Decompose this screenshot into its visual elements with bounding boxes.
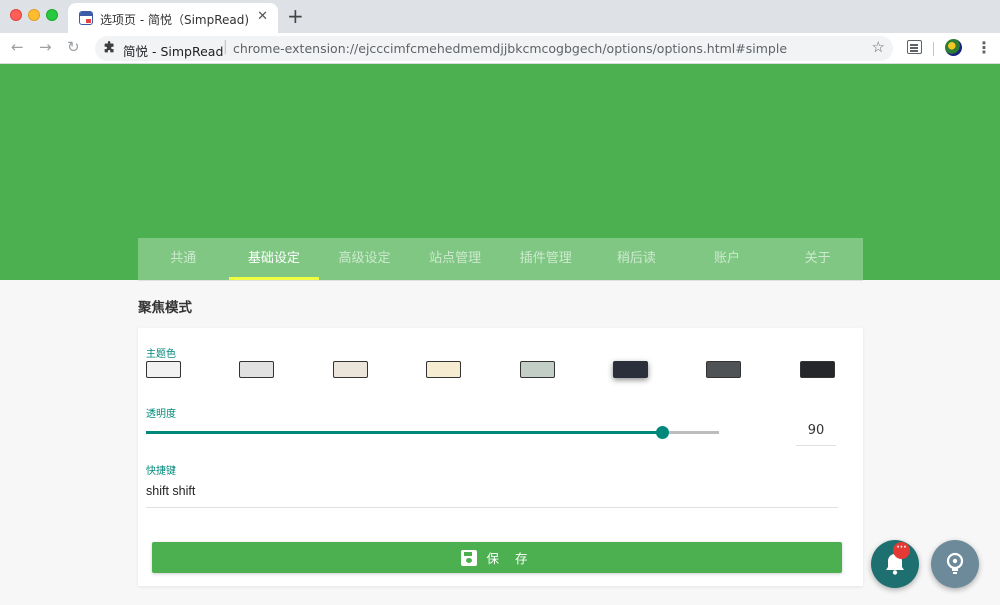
tab-site-management[interactable]: 站点管理 bbox=[410, 238, 501, 280]
opacity-slider[interactable] bbox=[146, 426, 719, 439]
theme-swatch[interactable] bbox=[613, 361, 648, 378]
tab-plugin-management[interactable]: 插件管理 bbox=[501, 238, 592, 280]
window-zoom-button[interactable] bbox=[46, 9, 58, 21]
settings-tabs: 共通 基础设定 高级设定 站点管理 插件管理 稍后读 账户 关于 bbox=[138, 238, 863, 280]
shortcut-input[interactable]: shift shift bbox=[146, 480, 838, 508]
profile-avatar-icon[interactable] bbox=[945, 39, 962, 56]
puzzle-icon bbox=[104, 41, 114, 53]
forward-arrow-icon[interactable]: → bbox=[39, 38, 52, 56]
theme-swatch[interactable] bbox=[519, 361, 555, 378]
tab-account[interactable]: 账户 bbox=[682, 238, 773, 280]
browser-toolbar: ← → ↻ 简悦 - SimpRead | chrome-extension:/… bbox=[0, 33, 1000, 64]
new-tab-button[interactable]: + bbox=[287, 4, 304, 28]
address-bar[interactable]: 简悦 - SimpRead | chrome-extension://ejccc… bbox=[95, 36, 893, 61]
opacity-label: 透明度 bbox=[146, 409, 176, 420]
tab-common[interactable]: 共通 bbox=[138, 238, 229, 280]
tab-advanced-settings[interactable]: 高级设定 bbox=[319, 238, 410, 280]
focus-mode-card: 主题色 透明度 90 快捷键 shift shift 保 存 bbox=[138, 328, 863, 586]
section-title: 聚焦模式 bbox=[138, 300, 192, 316]
tab-divider bbox=[138, 280, 863, 281]
window-close-button[interactable] bbox=[10, 9, 22, 21]
reader-mode-icon[interactable] bbox=[907, 40, 922, 54]
tab-read-later[interactable]: 稍后读 bbox=[591, 238, 682, 280]
opacity-slider-thumb[interactable] bbox=[655, 426, 669, 439]
theme-swatches bbox=[146, 361, 836, 379]
save-label: 保 存 bbox=[486, 551, 534, 566]
site-name: 简悦 - SimpRead bbox=[123, 44, 224, 59]
simpread-favicon-icon bbox=[79, 11, 93, 25]
theme-swatch[interactable] bbox=[239, 361, 275, 378]
opacity-value-input[interactable]: 90 bbox=[796, 420, 836, 446]
theme-swatch[interactable] bbox=[426, 361, 462, 378]
url-text[interactable]: chrome-extension://ejcccimfcmehedmemdjjb… bbox=[233, 41, 787, 56]
shortcut-label: 快捷键 bbox=[146, 466, 176, 477]
bookmark-star-icon[interactable]: ☆ bbox=[872, 38, 885, 56]
theme-swatch[interactable] bbox=[332, 361, 368, 378]
tab-basic-settings[interactable]: 基础设定 bbox=[228, 238, 320, 280]
tab-about[interactable]: 关于 bbox=[772, 238, 863, 280]
reload-icon[interactable]: ↻ bbox=[67, 38, 80, 56]
toolbar-divider bbox=[933, 42, 934, 56]
back-arrow-icon[interactable]: ← bbox=[11, 38, 24, 56]
url-separator: | bbox=[223, 39, 228, 55]
theme-color-label: 主题色 bbox=[146, 349, 176, 360]
floppy-disk-icon bbox=[460, 549, 477, 566]
notification-badge: ··· bbox=[893, 542, 910, 559]
save-button[interactable]: 保 存 bbox=[152, 542, 842, 573]
theme-swatch[interactable] bbox=[146, 361, 181, 378]
browser-tab-bar: 选项页 - 简悦（SimpRead) ✕ + bbox=[0, 0, 1000, 33]
theme-swatch[interactable] bbox=[799, 361, 835, 378]
tab-title: 选项页 - 简悦（SimpRead) bbox=[100, 13, 250, 27]
lightbulb-icon bbox=[946, 552, 964, 574]
window-minimize-button[interactable] bbox=[28, 9, 40, 21]
options-page: 共通 基础设定 高级设定 站点管理 插件管理 稍后读 账户 关于 聚焦模式 主题… bbox=[0, 64, 1000, 605]
tips-fab[interactable] bbox=[931, 540, 979, 588]
browser-tab[interactable]: 选项页 - 简悦（SimpRead) ✕ bbox=[68, 3, 278, 33]
opacity-slider-fill bbox=[146, 431, 662, 434]
tab-close-icon[interactable]: ✕ bbox=[257, 9, 268, 24]
browser-menu-icon[interactable]: ⋮ bbox=[976, 38, 992, 57]
theme-swatch[interactable] bbox=[706, 361, 742, 378]
